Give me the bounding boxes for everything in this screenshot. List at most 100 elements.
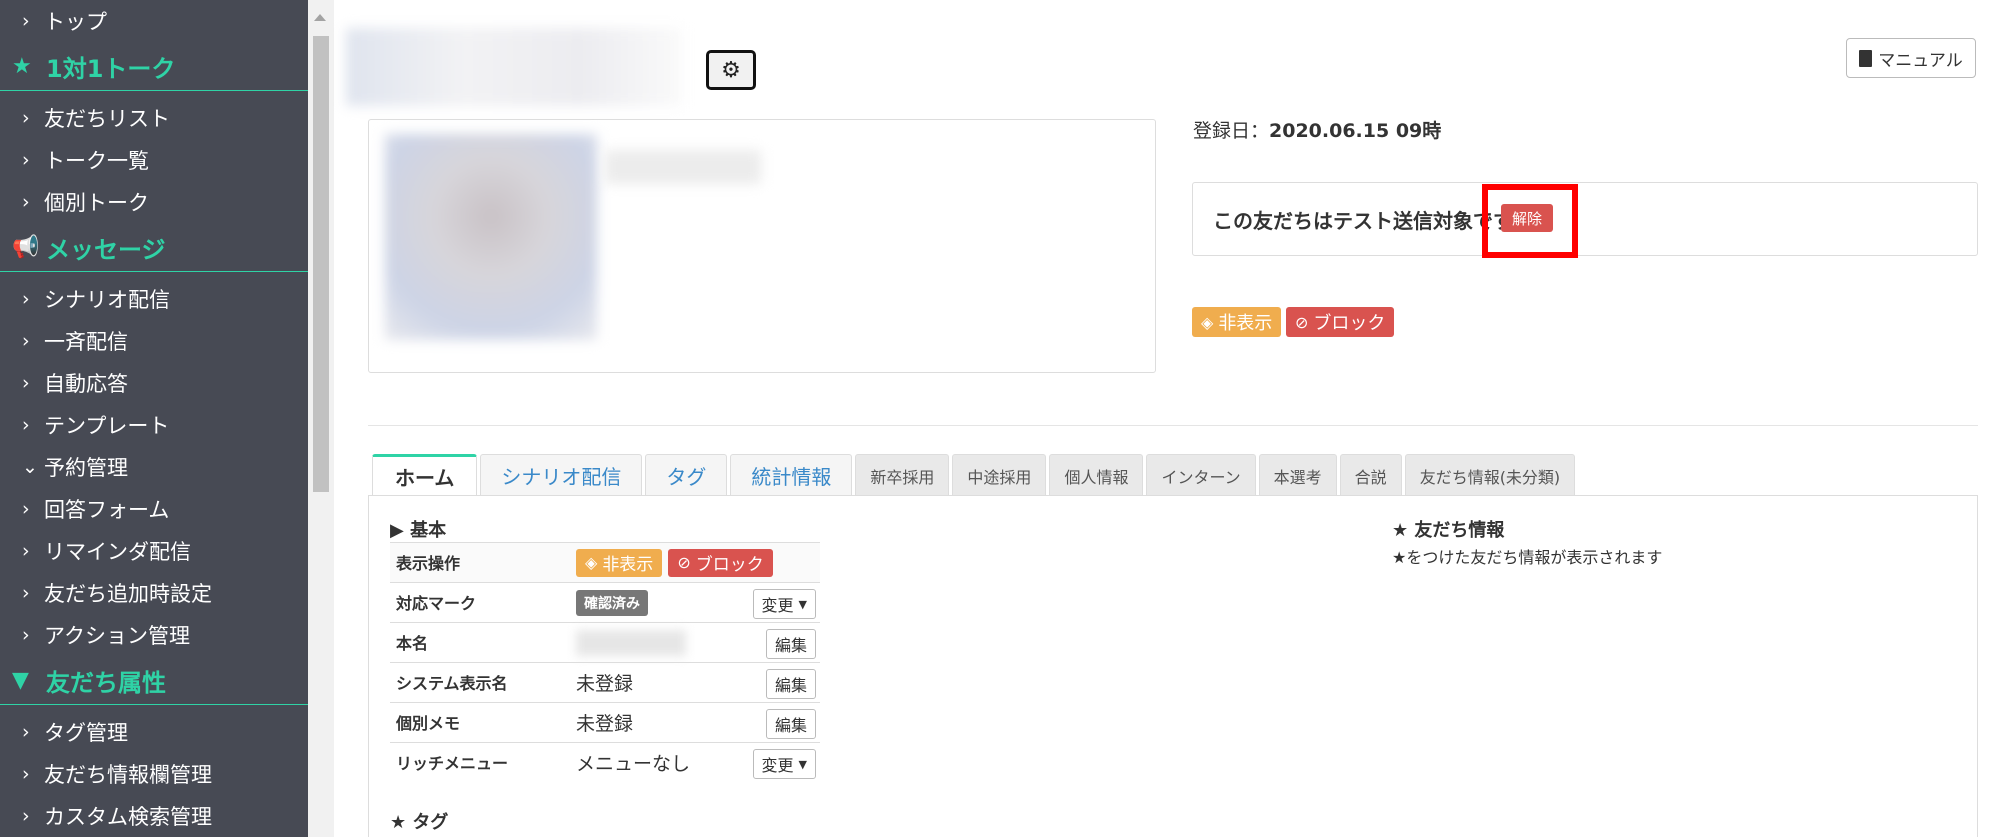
sidebar-item-11[interactable]: › 回答フォーム bbox=[0, 488, 308, 530]
chevron-right-icon: › bbox=[22, 763, 30, 785]
friend-header-avatar bbox=[346, 28, 682, 106]
sidebar-item-14[interactable]: › アクション管理 bbox=[0, 614, 308, 656]
manual-button[interactable]: マニュアル bbox=[1846, 38, 1976, 78]
chevron-right-icon: › bbox=[22, 582, 30, 604]
tab-6[interactable]: 個人情報 bbox=[1049, 454, 1144, 496]
sidebar-item-13[interactable]: › 友だち追加時設定 bbox=[0, 572, 308, 614]
star-icon: ★ bbox=[12, 53, 32, 79]
sidebar-item-label: 予約管理 bbox=[44, 456, 128, 480]
tab-5[interactable]: 中途採用 bbox=[952, 454, 1047, 496]
chevron-right-icon: › bbox=[22, 288, 30, 310]
book-icon bbox=[1859, 49, 1873, 67]
row-label: 対応マーク bbox=[396, 594, 477, 613]
block-label: ブロック bbox=[1313, 313, 1386, 334]
sidebar-item-label: トーク一覧 bbox=[44, 149, 149, 173]
sidebar-item-label: タグ管理 bbox=[44, 721, 128, 745]
tab-3[interactable]: 統計情報 bbox=[730, 454, 853, 496]
sidebar-item-12[interactable]: › リマインダ配信 bbox=[0, 530, 308, 572]
chevron-down-icon: ⌄ bbox=[22, 456, 38, 478]
eye-slash-icon: ◈ bbox=[585, 553, 598, 572]
hide-button[interactable]: ◈ 非表示 bbox=[576, 548, 663, 577]
edit-system-name-button[interactable]: 編集 bbox=[765, 669, 816, 699]
tab-10[interactable]: 友だち情報(未分類) bbox=[1404, 454, 1576, 496]
sidebar-section-1: ★ 1対1トーク bbox=[0, 42, 308, 91]
sidebar-item-8[interactable]: › 自動応答 bbox=[0, 362, 308, 404]
chevron-right-icon: › bbox=[22, 721, 30, 743]
tab-2[interactable]: タグ bbox=[645, 454, 728, 496]
ban-icon: ⊘ bbox=[677, 553, 691, 572]
change-rich-menu-dropdown[interactable]: 変更 ▼ bbox=[752, 749, 816, 779]
dropdown-label: 変更 bbox=[761, 756, 794, 775]
sidebar-section-5: 📢 メッセージ bbox=[0, 223, 308, 272]
sidebar-item-label: 回答フォーム bbox=[44, 498, 170, 522]
row-mark: 対応マーク 確認済み 変更 ▼ bbox=[390, 582, 820, 622]
registration-date: 登録日：2020.06.15 09時 bbox=[1193, 116, 1441, 143]
edit-memo-button[interactable]: 編集 bbox=[765, 709, 816, 739]
scroll-thumb[interactable] bbox=[313, 36, 329, 492]
sidebar-section-15: ▼ 友だち属性 bbox=[0, 656, 308, 705]
friend-info-heading: ★ 友だち情報 bbox=[1392, 520, 1505, 541]
sidebar-item-label: リマインダ配信 bbox=[44, 540, 191, 564]
settings-button[interactable]: ⚙ bbox=[706, 50, 756, 90]
sidebar-item-7[interactable]: › 一斉配信 bbox=[0, 320, 308, 362]
chevron-right-icon: › bbox=[22, 414, 30, 436]
row-real-name: 本名 編集 bbox=[390, 622, 820, 662]
row-rich-menu: リッチメニュー メニューなし 変更 ▼ bbox=[390, 742, 820, 782]
sidebar-item-10[interactable]: ⌄ 予約管理 bbox=[0, 446, 308, 488]
test-target-text: この友だちはテスト送信対象です bbox=[1213, 209, 1513, 233]
unset-test-target-button[interactable]: 解除 bbox=[1501, 204, 1553, 232]
sidebar-item-6[interactable]: › シナリオ配信 bbox=[0, 278, 308, 320]
sidebar-item-label: 個別トーク bbox=[44, 191, 149, 215]
sidebar-item-3[interactable]: › トーク一覧 bbox=[0, 139, 308, 181]
profile-photo bbox=[385, 134, 597, 340]
block-button[interactable]: ⊘ ブロック bbox=[668, 548, 773, 577]
tab-9[interactable]: 合説 bbox=[1339, 454, 1402, 496]
status-badge: 確認済み bbox=[576, 589, 648, 616]
chevron-right-icon: › bbox=[22, 107, 30, 129]
sidebar-item-4[interactable]: › 個別トーク bbox=[0, 181, 308, 223]
tab-1[interactable]: シナリオ配信 bbox=[480, 454, 643, 496]
sidebar-item-label: テンプレート bbox=[44, 414, 170, 438]
hide-label: 非表示 bbox=[1218, 313, 1273, 334]
chevron-right-icon: › bbox=[22, 191, 30, 213]
page-scrollbar[interactable] bbox=[308, 0, 334, 837]
sidebar-item-label: アクション管理 bbox=[44, 624, 190, 648]
row-display-ops: 表示操作 ◈ 非表示 ⊘ ブロック bbox=[390, 542, 820, 582]
hide-button[interactable]: ◈ 非表示 bbox=[1192, 307, 1282, 337]
sidebar-item-label: カスタム検索管理 bbox=[44, 805, 212, 829]
tab-4[interactable]: 新卒採用 bbox=[855, 454, 950, 496]
tag-section-heading: ★ タグ bbox=[390, 812, 449, 833]
chevron-right-icon: › bbox=[22, 624, 30, 646]
chevron-right-icon: › bbox=[22, 805, 30, 827]
change-mark-dropdown[interactable]: 変更 ▼ bbox=[752, 589, 816, 619]
row-label: システム表示名 bbox=[396, 674, 508, 693]
sidebar-item-label: シナリオ配信 bbox=[44, 288, 170, 312]
block-button[interactable]: ⊘ ブロック bbox=[1286, 307, 1395, 337]
sidebar-item-label: 自動応答 bbox=[44, 372, 128, 396]
basic-section-heading: ▶ 基本 bbox=[390, 520, 447, 541]
sidebar-item-16[interactable]: › タグ管理 bbox=[0, 711, 308, 753]
chevron-right-icon: › bbox=[22, 149, 30, 171]
dropdown-label: 変更 bbox=[761, 596, 794, 615]
row-label: リッチメニュー bbox=[396, 754, 509, 773]
tab-0[interactable]: ホーム bbox=[372, 454, 478, 496]
sidebar: › トップ ★ 1対1トーク › 友だちリスト › トーク一覧 › 個別トーク 📢 メッセージ › シナリ… bbox=[0, 0, 308, 837]
manual-label: マニュアル bbox=[1878, 50, 1963, 71]
sidebar-item-9[interactable]: › テンプレート bbox=[0, 404, 308, 446]
profile-display-name bbox=[605, 150, 761, 184]
edit-real-name-button[interactable]: 編集 bbox=[765, 629, 816, 659]
profile-card bbox=[368, 119, 1156, 373]
caret-down-icon: ▼ bbox=[798, 597, 807, 611]
tab-8[interactable]: 本選考 bbox=[1258, 454, 1337, 496]
sidebar-item-18[interactable]: › カスタム検索管理 bbox=[0, 795, 308, 837]
sidebar-item-label: 友だち追加時設定 bbox=[44, 582, 212, 606]
chevron-right-icon: › bbox=[22, 540, 30, 562]
registration-date-label: 登録日： bbox=[1193, 120, 1270, 142]
scroll-up-arrow-icon[interactable] bbox=[314, 14, 326, 21]
sidebar-item-0[interactable]: › トップ bbox=[0, 0, 308, 42]
sidebar-section-label: 1対1トーク bbox=[46, 54, 176, 83]
sidebar-item-2[interactable]: › 友だちリスト bbox=[0, 97, 308, 139]
tab-7[interactable]: インターン bbox=[1146, 454, 1256, 496]
sidebar-item-17[interactable]: › 友だち情報欄管理 bbox=[0, 753, 308, 795]
row-label: 個別メモ bbox=[396, 714, 461, 733]
